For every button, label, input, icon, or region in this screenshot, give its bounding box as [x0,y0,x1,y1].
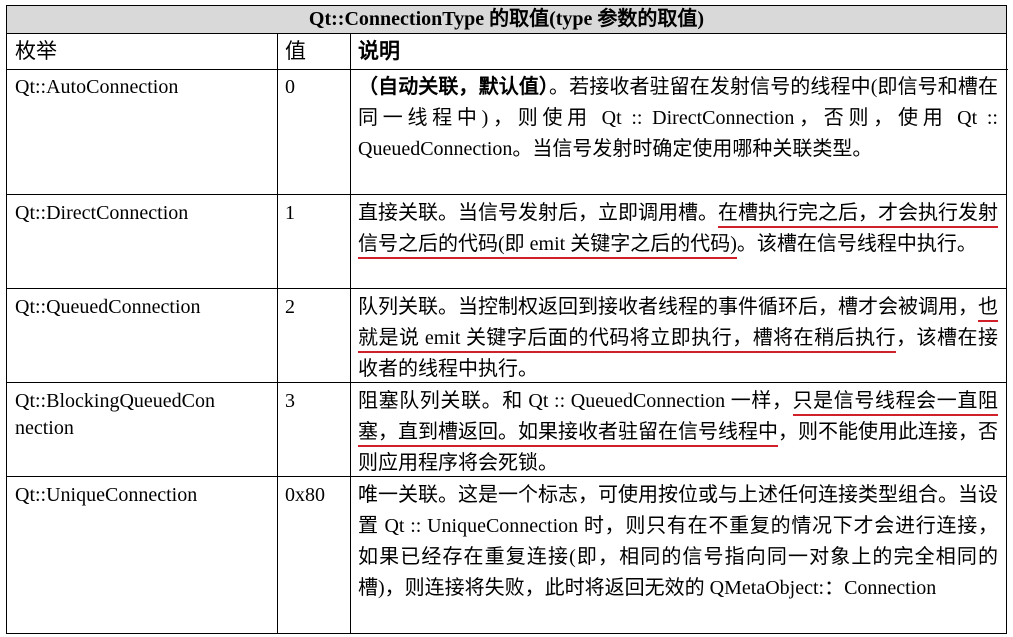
enum-cell: Qt::QueuedConnection [15,296,201,318]
connection-type-table: Qt::ConnectionType 的取值(type 参数的取值) 枚举 值 … [6,5,1008,634]
table-body: Qt::AutoConnection 0 （自动关联，默认值）。若接收者驻留在发… [7,69,1006,634]
header-desc: 说明 [350,34,1008,70]
desc-emphasis: （自动关联，默认值） [358,76,550,98]
desc-text: 阻塞队列关联。和 Qt :: QueuedConnection 一样， [358,390,793,412]
column-divider [277,34,278,633]
value-cell: 1 [285,202,295,224]
header-value: 值 [277,34,350,70]
desc-cell: 队列关联。当控制权返回到接收者线程的事件循环后，槽才会被调用，也就是说 emit… [358,292,998,385]
header-enum: 枚举 [7,34,277,70]
desc-text: 。该槽在信号线程中执行。 [736,233,977,255]
desc-text: 直接关联。当信号发射后，立即调用槽。 [358,202,718,224]
enum-cell: Qt::BlockingQueuedCon nection [15,386,270,444]
enum-cell: Qt::UniqueConnection [15,484,198,506]
table-row: Qt::BlockingQueuedCon nection 3 阻塞队列关联。和 … [7,383,1006,477]
enum-cell: Qt::AutoConnection [15,76,179,98]
column-divider [350,34,351,633]
table-row: Qt::DirectConnection 1 直接关联。当信号发射后，立即调用槽… [7,195,1006,289]
table-row: Qt::QueuedConnection 2 队列关联。当控制权返回到接收者线程… [7,289,1006,383]
table-row: Qt::AutoConnection 0 （自动关联，默认值）。若接收者驻留在发… [7,69,1006,195]
desc-cell: 阻塞队列关联。和 Qt :: QueuedConnection 一样，只是信号线… [358,386,998,479]
desc-cell: 唯一关联。这是一个标志，可使用按位或与上述任何连接类型组合。当设置 Qt :: … [358,484,998,599]
enum-cell: Qt::DirectConnection [15,202,189,224]
desc-cell: （自动关联，默认值）。若接收者驻留在发射信号的线程中(即信号和槽在同一线程中)，… [358,72,998,165]
value-cell: 0 [285,76,295,98]
table-title: Qt::ConnectionType 的取值(type 参数的取值) [7,6,1006,34]
enum-line: nection [15,417,74,439]
value-cell: 3 [285,390,295,412]
desc-cell: 直接关联。当信号发射后，立即调用槽。在槽执行完之后，才会执行发射信号之后的代码(… [358,198,998,260]
value-cell: 2 [285,296,295,318]
table-row: Qt::UniqueConnection 0x80 唯一关联。这是一个标志，可使… [7,477,1006,634]
desc-text: 队列关联。当控制权返回到接收者线程的事件循环后，槽才会被调用， [358,296,978,318]
value-cell: 0x80 [285,484,325,506]
